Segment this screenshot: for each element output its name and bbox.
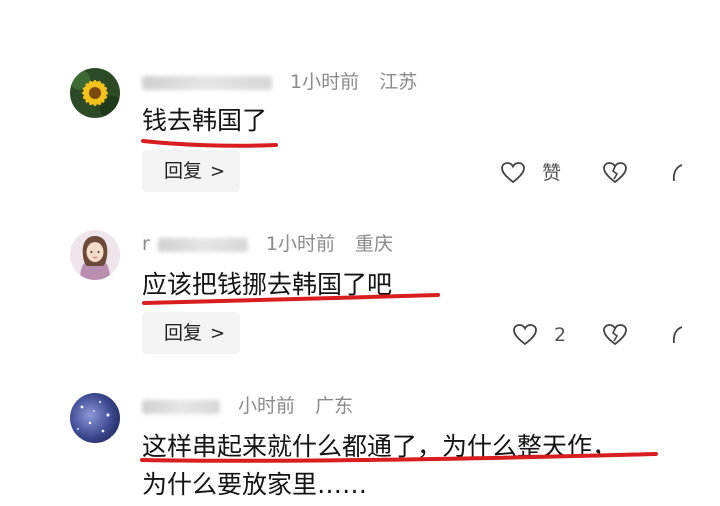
comment-location: 江苏: [379, 71, 418, 93]
share-icon: [672, 325, 683, 343]
broken-heart-icon: [603, 161, 627, 183]
reply-button[interactable]: 回复 >: [142, 150, 240, 192]
comment-time: 小时前: [238, 395, 296, 417]
heart-outline-icon: [513, 323, 537, 345]
broken-heart-icon: [603, 323, 627, 345]
dislike-button[interactable]: [602, 157, 628, 187]
reply-button[interactable]: 回复 >: [142, 312, 240, 354]
dislike-button[interactable]: [602, 319, 628, 349]
red-underline: [141, 139, 278, 148]
like-label: 赞: [542, 161, 562, 184]
like-button[interactable]: 赞: [500, 157, 561, 187]
red-underline: [142, 293, 440, 305]
chevron-right-icon: >: [210, 161, 226, 182]
comment-meta: 1小时前 江苏: [142, 70, 417, 94]
comment-time: 1小时前: [265, 233, 335, 255]
reply-label: 回复: [164, 322, 203, 344]
blurred-username: [142, 399, 220, 414]
share-icon-partial[interactable]: [670, 157, 684, 187]
comment-location: 广东: [315, 395, 354, 417]
comment-text-line-2: 为什么要放家里……: [142, 470, 368, 499]
user-avatar-girl[interactable]: [70, 230, 120, 280]
comment-time: 1小时前: [290, 71, 360, 93]
heart-outline-icon: [501, 161, 525, 183]
like-count: 2: [554, 323, 567, 346]
username-partial: r: [142, 233, 150, 255]
user-avatar-flower[interactable]: [70, 68, 120, 118]
comment-meta: r 1小时前 重庆: [142, 232, 393, 256]
user-avatar-night-sky[interactable]: [70, 393, 120, 443]
share-icon-partial[interactable]: [670, 319, 684, 349]
share-icon: [672, 163, 683, 181]
blurred-username: [157, 237, 248, 252]
comment-text: 钱去韩国了: [142, 106, 268, 135]
like-button[interactable]: 2: [512, 319, 566, 349]
reply-label: 回复: [164, 160, 203, 182]
chevron-right-icon: >: [210, 323, 226, 344]
comment-meta: 小时前 广东: [142, 394, 353, 418]
blurred-username: [142, 75, 272, 90]
comment-location: 重庆: [355, 233, 394, 255]
